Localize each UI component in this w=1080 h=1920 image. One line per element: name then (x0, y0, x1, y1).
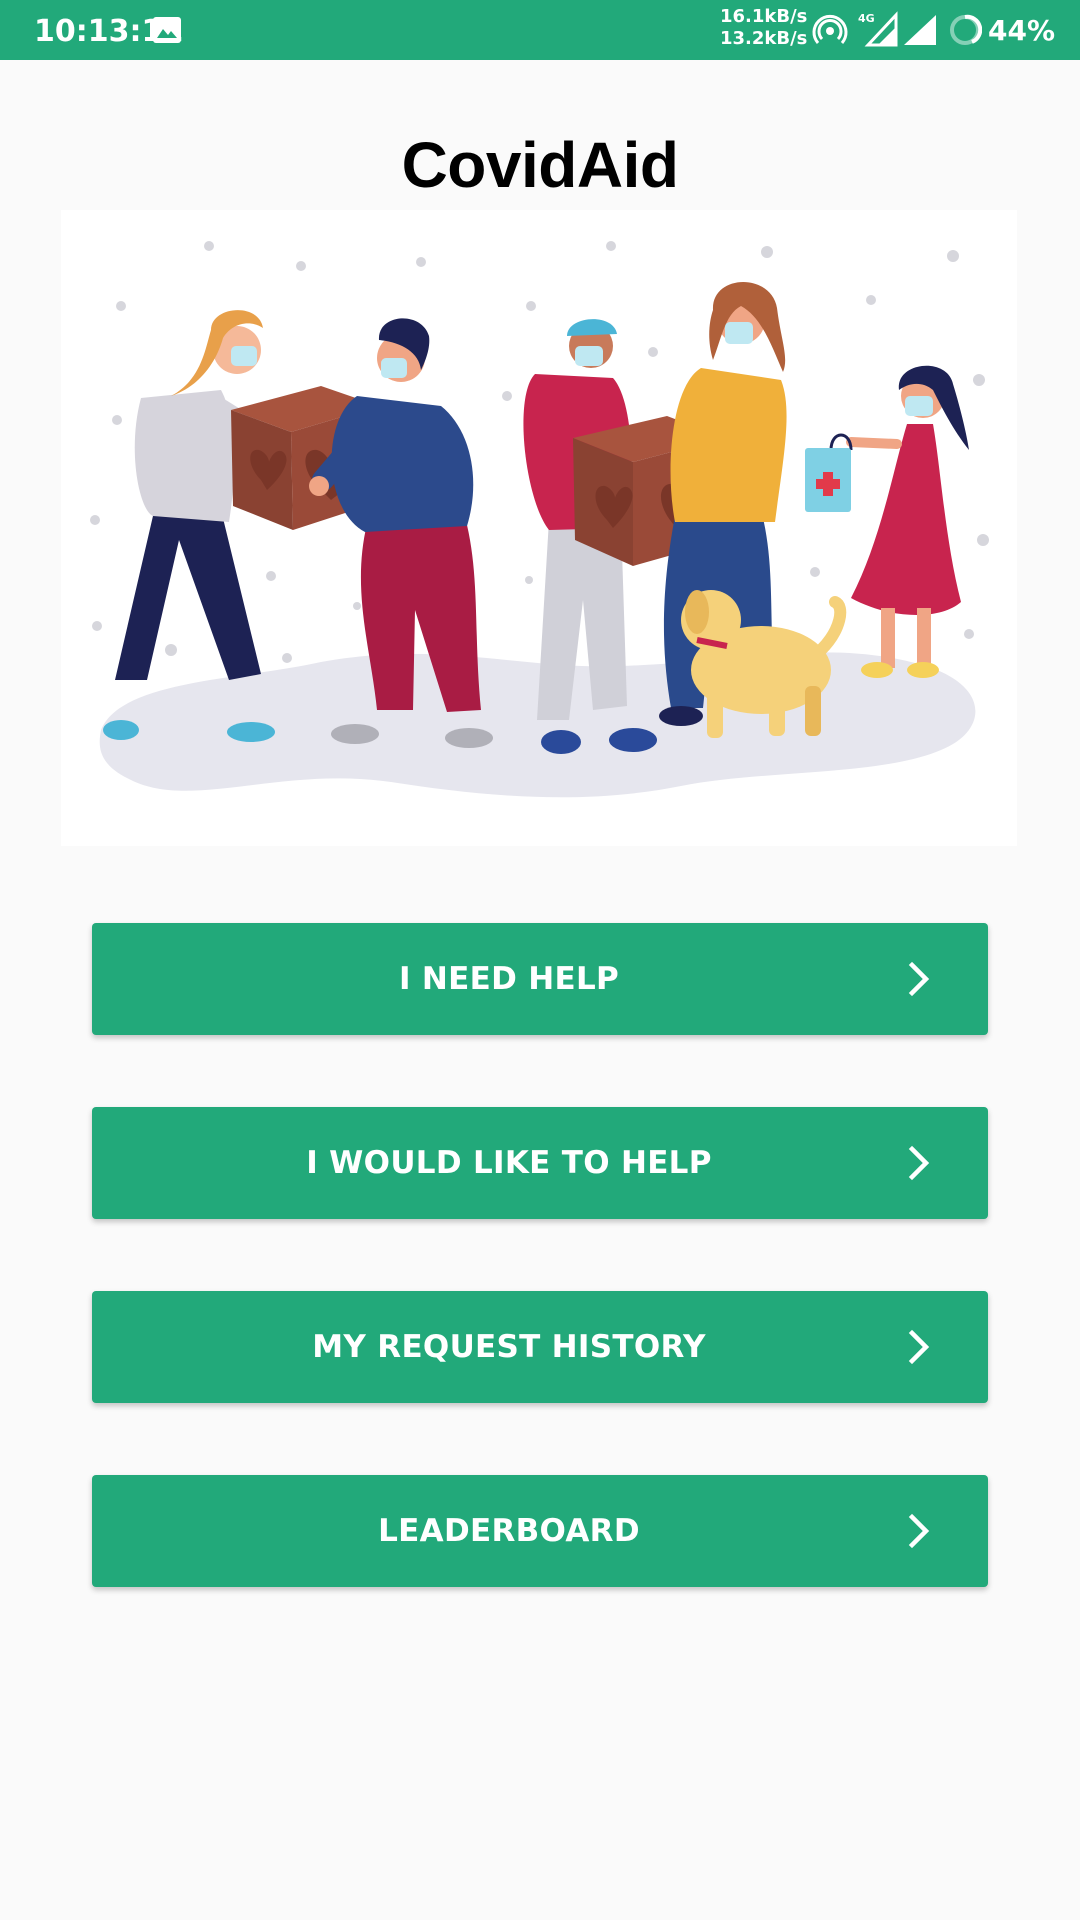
gallery-icon (153, 17, 181, 43)
app-title: CovidAid (401, 129, 679, 201)
chevron-right-icon (908, 1513, 930, 1549)
request-history-label: MY REQUEST HISTORY (312, 1329, 706, 1365)
figure-girl (846, 365, 969, 678)
chevron-right-icon (908, 1329, 930, 1365)
request-history-button[interactable]: MY REQUEST HISTORY (92, 1291, 988, 1403)
would-like-to-help-label: I WOULD LIKE TO HELP (306, 1145, 712, 1181)
need-help-button[interactable]: I NEED HELP (92, 923, 988, 1035)
hero-illustration (61, 210, 1017, 846)
need-help-label: I NEED HELP (398, 961, 620, 997)
speed-up: 16.1kB/s (720, 6, 808, 27)
shopping-bag-icon (805, 433, 853, 512)
battery-percent: 44% (988, 14, 1056, 47)
chevron-right-icon (908, 961, 930, 997)
network-type-label: 4G (858, 12, 875, 25)
network-speed: 16.1kB/s 13.2kB/s (720, 6, 807, 50)
hotspot-icon (812, 14, 848, 44)
volunteers-illustration (90, 241, 989, 798)
battery-icon (950, 14, 982, 45)
leaderboard-button[interactable]: LEADERBOARD (92, 1475, 988, 1587)
status-bar: 10:13:11 16.1kB/s 13.2kB/s 4G 44% (0, 0, 1080, 60)
leaderboard-label: LEADERBOARD (378, 1513, 640, 1549)
would-like-to-help-button[interactable]: I WOULD LIKE TO HELP (92, 1107, 988, 1219)
chevron-right-icon (908, 1145, 930, 1181)
signal-4g-icon: 4G (858, 11, 898, 47)
speed-down: 13.2kB/s (720, 28, 808, 49)
signal-icon (904, 15, 936, 45)
